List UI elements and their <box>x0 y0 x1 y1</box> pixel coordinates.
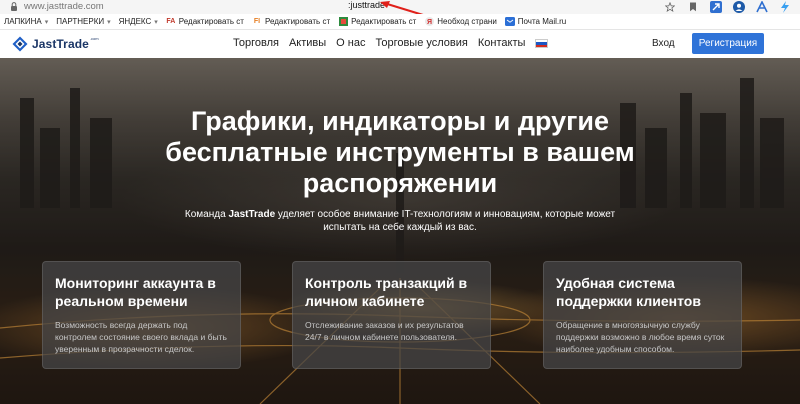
star-icon[interactable] <box>663 1 677 13</box>
fa-favicon-icon: FA <box>166 18 176 25</box>
yandex-icon: Я <box>424 17 434 26</box>
profile-icon[interactable] <box>732 1 746 13</box>
browser-address-bar: www.jasttrade.com :justtrade <box>0 0 800 23</box>
feature-card-monitoring: Мониторинг аккаунта в реальном времени В… <box>42 261 241 369</box>
nav-trading-conditions[interactable]: Торговые условия <box>375 37 467 49</box>
lock-icon <box>11 2 17 11</box>
bookmark-edit-1[interactable]: FA Редактировать ст <box>162 14 248 30</box>
bookmark-required-page[interactable]: Я Необход страни <box>420 14 501 30</box>
main-nav: Торговля Активы О нас Торговые условия К… <box>233 37 549 49</box>
card-text: Обращение в многоязычную службу поддержк… <box>556 320 725 354</box>
logo-text: JastTrade <box>32 37 89 51</box>
logo-icon <box>12 36 28 52</box>
logo[interactable]: JastTrade .com <box>12 36 102 52</box>
fi-favicon-icon: FI <box>253 18 261 25</box>
chevron-down-icon: ▾ <box>154 18 158 26</box>
chevron-down-icon: ▾ <box>44 18 49 26</box>
login-link[interactable]: Вход <box>652 38 675 49</box>
feature-card-support: Удобная система поддержки клиентов Обращ… <box>543 261 742 369</box>
logo-suffix: .com <box>89 35 99 41</box>
bookmark-icon[interactable] <box>686 1 700 13</box>
nav-assets[interactable]: Активы <box>289 37 326 49</box>
extension-bolt-icon[interactable] <box>778 1 792 13</box>
svg-text:Я: Я <box>427 19 432 26</box>
hero-subtitle: Команда JastTrade уделяет особое внимани… <box>184 209 616 233</box>
bookmark-folder-partnerki[interactable]: ПАРТНЕРКИ ▾ <box>52 14 114 30</box>
bookmark-edit-3[interactable]: Редактировать ст <box>334 14 420 30</box>
bookmarks-bar: ЛАПКИНА ▾ ПАРТНЕРКИ ▾ ЯНДЕКС ▾ FA Редактиро… <box>0 14 800 30</box>
card-title: Мониторинг аккаунта в реальном времени <box>55 275 216 309</box>
card-title: Удобная система поддержки клиентов <box>556 275 701 309</box>
bookmark-folder-lapkina[interactable]: ЛАПКИНА ▾ <box>0 14 52 30</box>
extension-a-icon[interactable] <box>755 1 769 13</box>
hero-title: Графики, индикаторы и другие бесплатные … <box>165 106 635 198</box>
card-text: Отслеживание заказов и их результатов 24… <box>305 320 464 342</box>
nav-trading[interactable]: Торговля <box>233 37 279 49</box>
url-text[interactable]: www.jasttrade.com <box>24 0 104 13</box>
extension-arrow-icon[interactable] <box>709 1 723 13</box>
card-text: Возможность всегда держать под контролем… <box>55 320 227 354</box>
bookmark-folder-yandex[interactable]: ЯНДЕКС ▾ <box>115 14 162 30</box>
chevron-down-icon: ▾ <box>107 18 111 26</box>
mail-icon <box>504 17 515 26</box>
bookmark-edit-2[interactable]: FI Редактировать ст <box>248 14 334 30</box>
nav-about[interactable]: О нас <box>336 37 365 49</box>
russian-flag-icon[interactable] <box>535 39 549 48</box>
register-button[interactable]: Регистрация <box>692 33 764 54</box>
bookmark-mail[interactable]: Почта Mail.ru <box>501 14 570 30</box>
site-header: JastTrade .com Торговля Активы О нас Тор… <box>0 30 800 58</box>
green-flag-icon <box>338 17 348 26</box>
nav-contacts[interactable]: Контакты <box>478 37 526 49</box>
hero-section: Графики, индикаторы и другие бесплатные … <box>0 58 800 404</box>
card-title: Контроль транзакций в личном кабинете <box>305 275 468 309</box>
feature-card-transactions: Контроль транзакций в личном кабинете От… <box>292 261 491 369</box>
